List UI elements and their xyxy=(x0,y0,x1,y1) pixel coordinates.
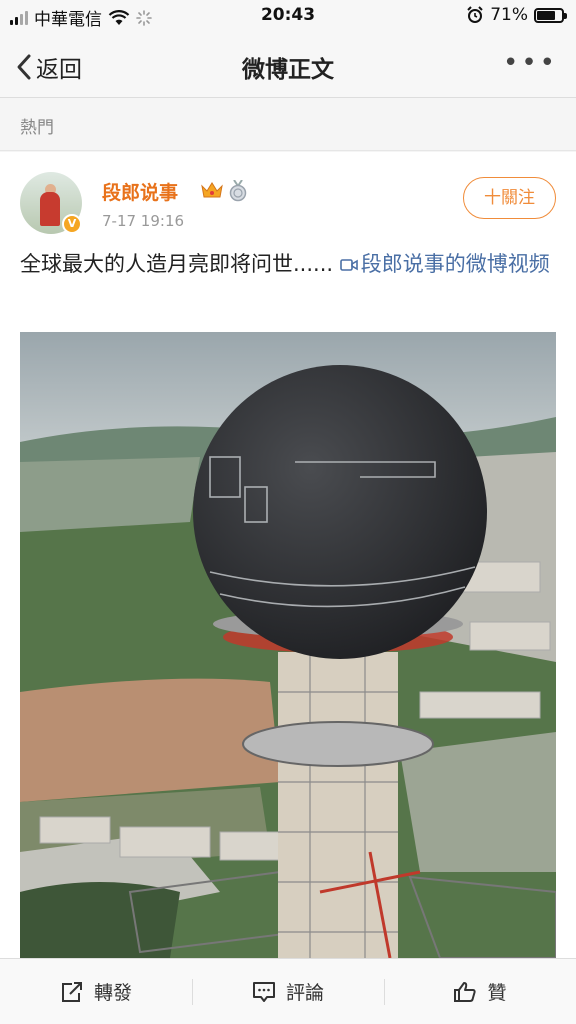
like-button[interactable]: 贊 xyxy=(384,959,576,1024)
post-video-thumbnail[interactable] xyxy=(20,332,556,958)
video-link[interactable]: 段郎说事的微博视频 xyxy=(339,252,550,276)
verified-badge-icon: V xyxy=(62,214,82,234)
status-right: 71% xyxy=(466,5,567,25)
post-body: 全球最大的人造月亮即将问世...... xyxy=(20,252,334,276)
share-icon xyxy=(61,981,82,1002)
crown-icon xyxy=(201,182,223,198)
comment-button[interactable]: 評論 xyxy=(192,959,384,1024)
action-bar: 轉發 評論 贊 xyxy=(0,958,576,1024)
post-text: 全球最大的人造月亮即将问世...... 段郎说事的微博视频 xyxy=(20,248,556,280)
repost-label: 轉發 xyxy=(93,982,132,1004)
section-label: 熱門 xyxy=(20,118,54,138)
alarm-icon xyxy=(467,6,483,23)
video-icon xyxy=(339,259,358,271)
section-header: 熱門 xyxy=(0,99,576,151)
post-card: V 段郎说事 7-17 19:16 十關注 全球最大的人造月亮即将问世.....… xyxy=(0,152,576,958)
repost-button[interactable]: 轉發 xyxy=(0,959,192,1024)
comment-label: 評論 xyxy=(285,982,324,1004)
tower-photo xyxy=(20,332,556,958)
more-options-button[interactable]: ••• xyxy=(503,48,558,78)
comment-icon xyxy=(252,981,275,1002)
avatar-body xyxy=(40,192,60,226)
battery-percent: 71% xyxy=(490,5,528,25)
video-link-label: 段郎说事的微博视频 xyxy=(360,252,550,276)
battery-fill xyxy=(537,10,556,20)
author-name[interactable]: 段郎说事 xyxy=(102,178,178,205)
follow-button[interactable]: 十關注 xyxy=(463,177,556,219)
thumbs-up-icon xyxy=(454,981,477,1002)
page-title: 微博正文 xyxy=(242,57,334,83)
post-time: 7-17 19:16 xyxy=(102,212,185,230)
status-bar: 中華電信 20:43 71% xyxy=(0,0,576,32)
battery-icon xyxy=(534,7,567,23)
navigation-bar: 返回 微博正文 ••• xyxy=(0,32,576,98)
like-label: 贊 xyxy=(487,982,507,1004)
medal-icon xyxy=(229,180,247,202)
